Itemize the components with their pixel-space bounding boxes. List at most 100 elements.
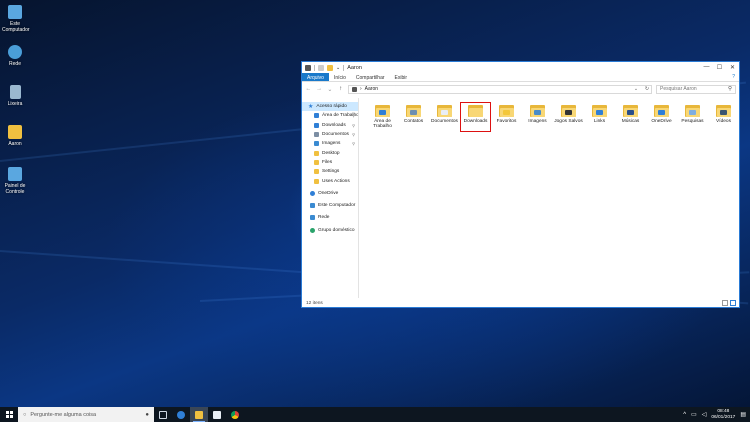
- desktop-icon-label: Aaron: [8, 141, 22, 147]
- back-button[interactable]: ←: [305, 86, 312, 92]
- folder-icon: [314, 159, 319, 165]
- nav-item-label: Files: [322, 159, 333, 165]
- nav-item-onedrive[interactable]: OneDrive: [302, 189, 358, 198]
- folder-name: Músicas: [621, 119, 640, 124]
- tab-share[interactable]: Compartilhar: [351, 73, 390, 81]
- folder-name: Imagens: [528, 119, 547, 124]
- taskbar-file-explorer[interactable]: [190, 407, 208, 422]
- cortana-search-input[interactable]: Pergunte-me alguma coisa: [30, 412, 96, 418]
- notification-center-icon[interactable]: ▤: [740, 411, 746, 418]
- nav-item-folder-files[interactable]: Files: [302, 158, 358, 167]
- network-icon: [310, 215, 315, 221]
- folder-item-pictures[interactable]: Imagens: [522, 102, 553, 132]
- breadcrumb[interactable]: Aaron: [365, 86, 378, 92]
- taskbar-edge[interactable]: [172, 407, 190, 422]
- onedrive-icon: [310, 190, 315, 196]
- folder-icon: [314, 178, 319, 184]
- nav-item-network[interactable]: Rede: [302, 213, 358, 222]
- help-button[interactable]: ?: [728, 73, 739, 81]
- pictures-icon: [314, 141, 319, 147]
- address-bar[interactable]: › Aaron ⌄ ↻: [348, 84, 652, 94]
- title-bar[interactable]: ⌄ Aaron — ☐ ✕: [302, 62, 739, 73]
- folder-icon: [437, 104, 452, 117]
- store-icon: [213, 410, 221, 419]
- nav-item-downloads[interactable]: Downloads ⚲: [302, 121, 358, 130]
- tab-file[interactable]: Arquivo: [302, 73, 329, 81]
- nav-item-label: Rede: [318, 215, 330, 221]
- volume-icon[interactable]: ◁: [702, 411, 707, 418]
- cortana-search-box[interactable]: ○ Pergunte-me alguma coisa ●: [18, 407, 154, 422]
- folder-item-music[interactable]: Músicas: [615, 102, 646, 132]
- folder-item-searches[interactable]: Pesquisas: [677, 102, 708, 132]
- address-dropdown-button[interactable]: ⌄: [632, 86, 640, 92]
- folder-name: Vídeos: [716, 119, 731, 124]
- taskbar-store[interactable]: [208, 407, 226, 422]
- new-folder-icon[interactable]: [327, 64, 333, 71]
- user-folder-icon: [8, 125, 22, 139]
- search-box[interactable]: Pesquisar Aaron ⚲: [656, 84, 736, 94]
- file-list: Área de Trabalho Contatos Documentos Dow…: [359, 98, 739, 298]
- nav-item-label: OneDrive: [318, 190, 339, 196]
- user-folder-icon: [352, 86, 357, 92]
- quick-access-toolbar-icon[interactable]: [318, 64, 324, 71]
- nav-item-pictures[interactable]: Imagens ⚲: [302, 139, 358, 148]
- nav-item-folder-uses-actions[interactable]: Uses Actions: [302, 176, 358, 185]
- up-button[interactable]: ↑: [337, 86, 344, 92]
- refresh-button[interactable]: ↻: [643, 86, 651, 92]
- nav-item-quick-access[interactable]: ★ Acesso rápido: [302, 102, 358, 112]
- network-tray-icon[interactable]: ▭: [691, 411, 697, 418]
- navigation-pane: ★ Acesso rápido Área de Trabalho ⚲ Downl…: [302, 98, 359, 298]
- nav-item-label: Imagens: [322, 141, 341, 147]
- desktop-icon-control-panel[interactable]: Painel de Controle: [2, 167, 28, 195]
- folder-item-contacts[interactable]: Contatos: [398, 102, 429, 132]
- recent-locations-button[interactable]: ⌄: [327, 86, 334, 93]
- folder-item-saved-games[interactable]: Jogos Salvos: [553, 102, 584, 132]
- folder-icon: [716, 104, 731, 117]
- maximize-button[interactable]: ☐: [713, 64, 726, 71]
- folder-item-downloads[interactable]: Downloads: [460, 102, 491, 132]
- folder-name: OneDrive: [651, 119, 672, 124]
- properties-icon[interactable]: [305, 64, 311, 71]
- clock[interactable]: 08:48 06/01/2017: [711, 409, 735, 421]
- nav-item-folder-desktop[interactable]: Desktop: [302, 148, 358, 157]
- forward-button[interactable]: →: [316, 86, 323, 92]
- system-tray: ^ ▭ ◁ 08:48 06/01/2017 ▤: [683, 409, 750, 421]
- tab-home[interactable]: Início: [329, 73, 351, 81]
- desktop-icon-user-folder[interactable]: Aaron: [2, 125, 28, 147]
- recycle-bin-icon: [9, 85, 21, 99]
- search-input[interactable]: Pesquisar Aaron: [660, 86, 697, 92]
- nav-item-desktop[interactable]: Área de Trabalho ⚲: [302, 111, 358, 120]
- folder-item-onedrive[interactable]: OneDrive: [646, 102, 677, 132]
- close-button[interactable]: ✕: [726, 64, 739, 71]
- folder-item-favorites[interactable]: Favoritos: [491, 102, 522, 132]
- large-icons-view-icon[interactable]: [730, 300, 736, 306]
- taskbar-task-view[interactable]: [154, 407, 172, 422]
- start-button[interactable]: [0, 407, 18, 422]
- nav-item-this-pc[interactable]: Este Computador: [302, 201, 358, 210]
- nav-item-folder-settings[interactable]: Settings: [302, 167, 358, 176]
- folder-name: Contatos: [403, 119, 424, 124]
- folder-icon: [654, 104, 669, 117]
- desktop-icon-network[interactable]: Rede: [2, 45, 28, 67]
- taskbar-chrome[interactable]: [226, 407, 244, 422]
- show-hidden-icons-chevron-icon[interactable]: ^: [683, 412, 686, 418]
- nav-item-homegroup[interactable]: Grupo doméstico: [302, 226, 358, 235]
- details-view-icon[interactable]: [722, 300, 728, 306]
- minimize-button[interactable]: —: [700, 64, 713, 71]
- divider: [314, 64, 315, 71]
- folder-item-links[interactable]: Links: [584, 102, 615, 132]
- nav-item-label: Este Computador: [318, 203, 356, 209]
- folder-item-desktop[interactable]: Área de Trabalho: [367, 102, 398, 132]
- desktop-icon-computer[interactable]: Este Computador: [2, 5, 30, 33]
- folder-item-documents[interactable]: Documentos: [429, 102, 460, 132]
- folder-item-videos[interactable]: Vídeos: [708, 102, 739, 132]
- status-bar-item-count: 12 itens: [306, 301, 323, 306]
- breadcrumb-separator[interactable]: ›: [360, 86, 362, 92]
- nav-item-label: Acesso rápido: [316, 104, 347, 110]
- folder-name: Downloads: [463, 119, 488, 124]
- tab-view[interactable]: Exibir: [390, 73, 413, 81]
- customize-toolbar-chevron-icon[interactable]: ⌄: [336, 65, 340, 71]
- desktop-icon-recycle-bin[interactable]: Lixeira: [2, 85, 28, 107]
- microphone-icon[interactable]: ●: [145, 412, 149, 418]
- nav-item-documents[interactable]: Documentos ⚲: [302, 130, 358, 139]
